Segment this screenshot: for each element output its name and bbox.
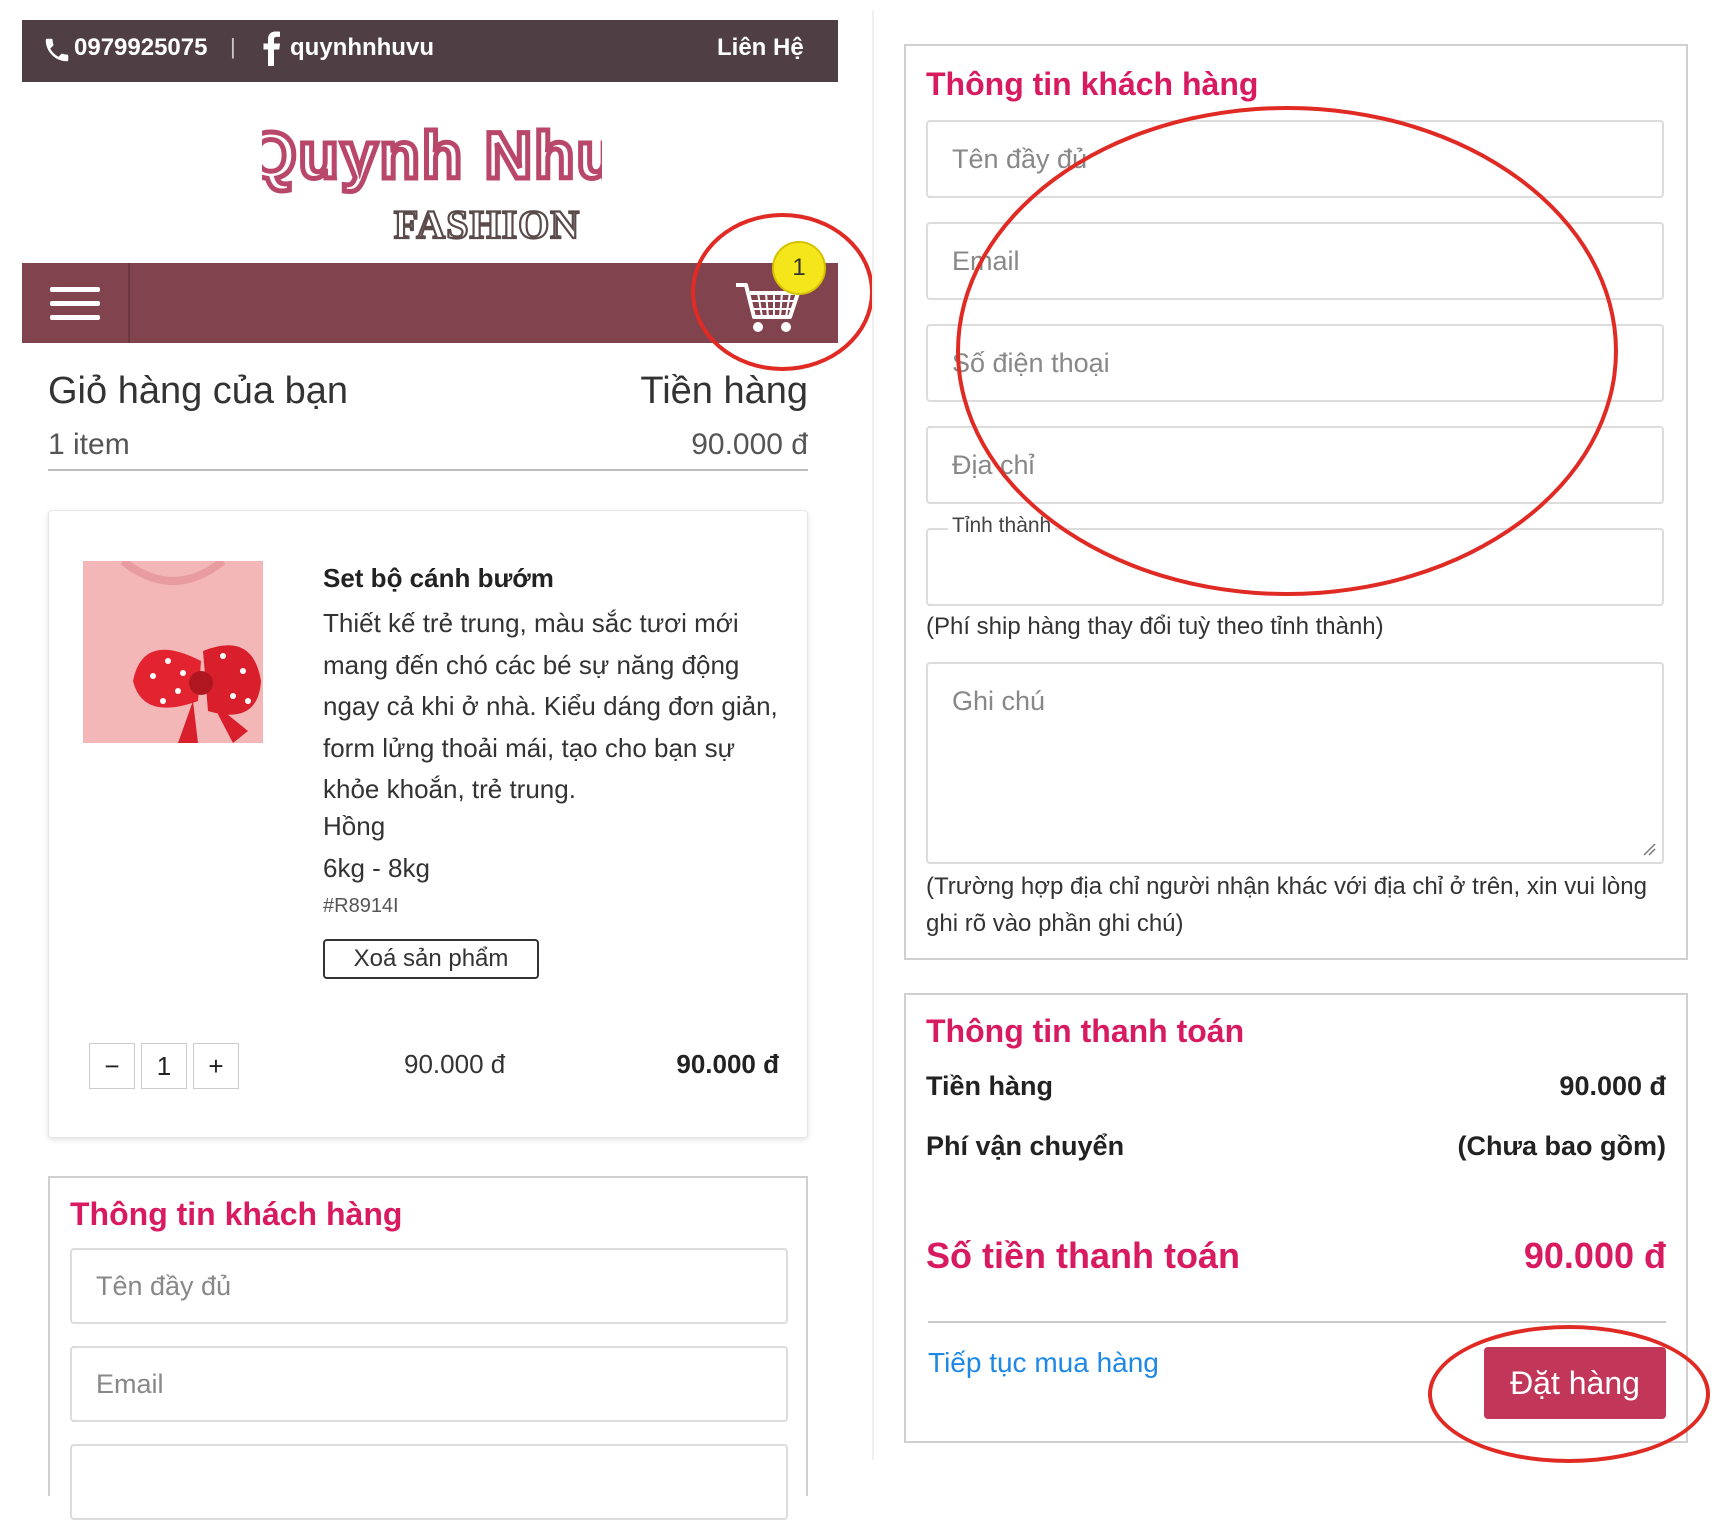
customer-info-title: Thông tin khách hàng: [70, 1196, 403, 1232]
shipping-value: (Chưa bao gồm): [1457, 1131, 1666, 1161]
unit-price: 90.000 đ: [404, 1049, 506, 1079]
note-hint: (Trường hợp địa chỉ người nhận khác với …: [926, 873, 1647, 937]
cart-product-card: Set bộ cánh bướm Thiết kế trẻ trung, màu…: [48, 510, 808, 1138]
remove-product-button[interactable]: Xoá sản phẩm: [323, 939, 539, 979]
quantity-input[interactable]: 1: [141, 1043, 187, 1089]
phone-icon: [45, 38, 69, 62]
column-divider: [872, 10, 874, 1460]
payment-divider: [928, 1321, 1666, 1323]
product-description: Thiết kế trẻ trung, màu sắc tươi mới man…: [323, 608, 778, 804]
quantity-increase-button[interactable]: +: [193, 1043, 239, 1089]
cart-divider: [48, 469, 808, 471]
note-placeholder: Ghi chú: [952, 686, 1046, 716]
topbar-separator: |: [230, 34, 236, 59]
svg-text:FASHION: FASHION: [394, 202, 580, 247]
product-sku: #R8914I: [323, 895, 399, 917]
quantity-decrease-button[interactable]: −: [89, 1043, 135, 1089]
email-input[interactable]: Email: [70, 1346, 788, 1422]
top-contact-bar: 0979925075 | quynhnhuvu Liên Hệ: [22, 20, 838, 82]
subtotal-value: 90.000 đ: [1559, 1071, 1666, 1101]
cart-money-title: Tiền hàng: [640, 370, 808, 412]
note-textarea[interactable]: Ghi chú: [926, 662, 1664, 864]
shipping-label: Phí vận chuyển: [926, 1131, 1125, 1161]
resize-handle-icon[interactable]: [1642, 842, 1656, 856]
facebook-icon[interactable]: [260, 30, 282, 66]
full-name-input[interactable]: Tên đầy đủ: [70, 1248, 788, 1324]
province-hint: (Phí ship hàng thay đổi tuỳ theo tỉnh th…: [926, 613, 1384, 640]
cart-title: Giỏ hàng của bạn: [48, 370, 349, 412]
product-size: 6kg - 8kg: [323, 853, 430, 883]
svg-text:Quynh Nhu: Quynh Nhu: [262, 120, 602, 192]
cart-total: 90.000 đ: [691, 428, 808, 461]
annotation-circle-form: [956, 106, 1618, 596]
total-label: Số tiền thanh toán: [926, 1235, 1240, 1276]
annotation-circle-order: [1428, 1325, 1710, 1463]
customer-info-section-left: Thông tin khách hàng Tên đầy đủ Email: [48, 1176, 808, 1520]
continue-shopping-link[interactable]: Tiếp tục mua hàng: [928, 1347, 1159, 1379]
customer-info-title: Thông tin khách hàng: [926, 66, 1259, 102]
province-label: Tỉnh thành: [948, 514, 1056, 538]
product-name[interactable]: Set bộ cánh bướm: [323, 563, 554, 594]
hamburger-menu-icon[interactable]: [22, 263, 130, 343]
quynh-nhu-fashion-logo[interactable]: Quynh Nhu FASHION: [262, 120, 602, 250]
phone-number[interactable]: 0979925075: [74, 34, 207, 62]
cart-item-count: 1 item: [48, 428, 130, 461]
total-value: 90.000 đ: [1523, 1235, 1666, 1276]
payment-info-title: Thông tin thanh toán: [926, 1013, 1245, 1049]
annotation-circle-cart: [691, 213, 874, 371]
product-color: Hồng: [323, 811, 386, 841]
contact-link[interactable]: Liên Hệ: [717, 34, 804, 62]
product-image[interactable]: [83, 561, 263, 743]
line-total: 90.000 đ: [676, 1049, 779, 1079]
phone-input[interactable]: [70, 1444, 788, 1520]
subtotal-label: Tiền hàng: [926, 1071, 1054, 1101]
facebook-link[interactable]: quynhnhuvu: [290, 34, 434, 62]
